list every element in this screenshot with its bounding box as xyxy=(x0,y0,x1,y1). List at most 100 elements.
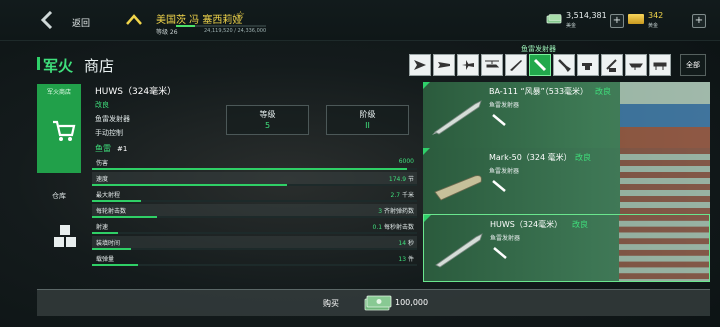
bomber-icon xyxy=(438,62,450,68)
flag-icon xyxy=(619,215,709,281)
tab-all[interactable]: 全部 xyxy=(680,54,706,76)
back-button-label[interactable]: 返回 xyxy=(72,16,90,29)
top-bar: 返回 美国茨 冯 塞西莉娅 ☆ 等级 26 24,119,520 / 24,33… xyxy=(0,0,720,41)
tab-radar[interactable] xyxy=(625,54,647,76)
missile-icon xyxy=(510,60,522,71)
stat-name: 装填时间 xyxy=(96,240,121,247)
stat-name: 每轮射击数 xyxy=(96,208,127,215)
star-icon: ☆ xyxy=(236,10,245,21)
gold-bar-icon xyxy=(628,14,644,24)
torpedo-type-icon xyxy=(493,247,507,259)
tab-bomber[interactable] xyxy=(433,54,455,76)
player-name: 美国茨 冯 塞西莉娅 xyxy=(156,15,243,26)
nav-shop[interactable]: 军火商店 xyxy=(37,84,81,173)
item-corner-marker xyxy=(423,82,430,89)
stat-row: 载弹量 13 件 xyxy=(92,252,417,266)
item-type: 鱼雷发射器 xyxy=(490,235,521,242)
shop-item[interactable]: BA-111 “风暴”（533毫米） 改良 鱼雷发射器 xyxy=(423,82,710,150)
tab-fighter[interactable] xyxy=(409,54,431,76)
buy-label: 购买 xyxy=(323,299,339,308)
level-label: 等级 xyxy=(259,110,276,119)
fighter-icon xyxy=(414,60,426,70)
back-arrow-icon[interactable] xyxy=(40,11,56,29)
nav-depot[interactable]: 仓库 xyxy=(37,173,81,260)
tab-depth-charge[interactable] xyxy=(553,54,575,76)
stat-unit: 秒 xyxy=(407,240,414,247)
level-box: 等级 5 xyxy=(226,105,309,135)
stat-unit: 每秒射击数 xyxy=(383,224,414,231)
stat-row: 每轮射击数 3 齐射弹药数 xyxy=(92,204,417,218)
shop-item-selected[interactable]: HUWS（324毫米） 改良 鱼雷发射器 xyxy=(423,214,710,282)
buy-button[interactable]: 购买 100,000 xyxy=(37,289,710,316)
xp-progress-bar xyxy=(176,25,266,27)
stat-value: 14 xyxy=(398,240,407,247)
title-accent xyxy=(37,57,40,70)
stat-unit: 千米 xyxy=(401,192,414,199)
stat-value: 3 xyxy=(378,208,383,215)
stat-row: 速度 174.9 节 xyxy=(92,172,417,186)
aa-gun-icon xyxy=(606,59,617,72)
torpedo-type-icon xyxy=(492,114,506,126)
stat-name: 载弹量 xyxy=(96,256,115,263)
xp-text: 24,119,520 / 24,336,000 xyxy=(204,28,267,34)
item-upgrade-badge: 改良 xyxy=(595,87,611,96)
torpedo-image xyxy=(434,175,482,201)
tab-aa-gun[interactable] xyxy=(601,54,623,76)
gold-label: 黄金 xyxy=(648,23,659,29)
stat-value: 6000 xyxy=(398,158,414,165)
tab-launcher[interactable] xyxy=(649,54,671,76)
stat-unit: 齐射弹药数 xyxy=(383,208,414,215)
page-title-part2: 商店 xyxy=(84,57,115,75)
stat-row: 最大射程 2.7 千米 xyxy=(92,188,417,202)
torpedo-image xyxy=(435,233,483,268)
stat-row: 装填时间 14 秒 xyxy=(92,236,417,250)
stat-name: 最大射程 xyxy=(96,192,121,199)
attack-plane-icon xyxy=(462,60,474,70)
torpedo-type-icon xyxy=(492,180,506,192)
rank-chevron-icon xyxy=(126,14,142,25)
tab-torpedo[interactable] xyxy=(529,54,551,76)
nav-shop-label: 军火商店 xyxy=(46,89,71,96)
add-cash-button[interactable]: + xyxy=(610,14,624,28)
torpedo-image xyxy=(432,100,482,135)
weapon-upgrade-badge: 改良 xyxy=(95,101,109,109)
torpedo-label: 鱼雷 xyxy=(95,144,111,153)
flag-icon xyxy=(620,148,710,216)
nav-depot-label: 仓库 xyxy=(52,192,66,200)
shop-item[interactable]: Mark-50（324 毫米） 改良 鱼雷发射器 xyxy=(423,148,710,216)
cash-label: 美金 xyxy=(566,23,577,29)
gold-amount: 342 xyxy=(648,11,664,20)
stat-row: 伤害 6000 xyxy=(92,156,417,170)
cash-stack-icon xyxy=(364,295,392,311)
tab-deck-gun[interactable] xyxy=(577,54,599,76)
helicopter-icon xyxy=(485,60,500,68)
stat-name: 速度 xyxy=(96,176,109,183)
item-name: HUWS（324毫米） xyxy=(490,220,563,229)
tab-helicopter[interactable] xyxy=(481,54,503,76)
deck-gun-icon xyxy=(582,63,592,70)
cart-icon xyxy=(53,120,76,141)
page-title-part1: 军火 xyxy=(43,57,74,75)
tier-value: II xyxy=(365,121,370,130)
weapon-name: HUWS（324毫米） xyxy=(95,87,177,97)
add-gold-button[interactable]: + xyxy=(692,14,706,28)
tab-attack-plane[interactable] xyxy=(457,54,479,76)
buy-price: 100,000 xyxy=(395,298,429,307)
tier-label: 阶级 xyxy=(359,110,376,119)
torpedo-number: #1 xyxy=(117,145,128,153)
stat-unit: 节 xyxy=(407,176,414,183)
stat-name: 射速 xyxy=(96,224,109,231)
stat-value: 2.7 xyxy=(390,192,401,199)
stat-value: 174.9 xyxy=(388,176,407,183)
torpedo-icon xyxy=(533,58,547,72)
item-corner-marker xyxy=(423,148,430,155)
stat-name: 伤害 xyxy=(96,160,109,167)
tab-missile[interactable] xyxy=(505,54,527,76)
item-type: 鱼雷发射器 xyxy=(489,168,520,175)
cash-icon xyxy=(546,14,562,24)
stat-value: 13 xyxy=(398,256,407,263)
selected-category-label: 鱼雷发射器 xyxy=(521,45,556,53)
flag-icon xyxy=(620,82,710,150)
item-name: BA-111 “风暴”（533毫米） xyxy=(489,87,589,96)
depth-charge-icon xyxy=(558,59,571,72)
